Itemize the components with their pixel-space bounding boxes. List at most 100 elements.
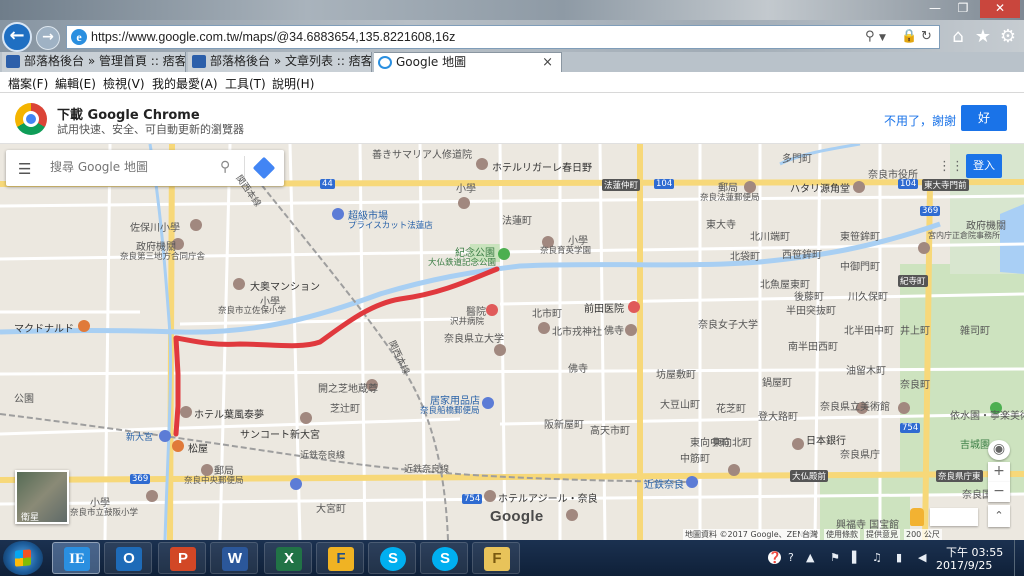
url-text[interactable]: https://www.google.com.tw/maps/@34.68836… [91, 30, 455, 44]
question-tray-icon[interactable]: ? [788, 551, 794, 564]
road-shield: 754 [462, 494, 483, 504]
tab-close-icon[interactable]: × [542, 53, 553, 72]
tab-google-maps[interactable]: Google 地圖 × [374, 52, 562, 72]
maximize-button[interactable]: ❐ [950, 0, 976, 18]
school-poi-icon[interactable] [494, 344, 506, 356]
close-window-button[interactable]: ✕ [980, 0, 1020, 18]
map-label: 中御門町 [840, 262, 880, 273]
menu-view[interactable]: 檢視(V) [103, 75, 145, 92]
taskbar-app-word[interactable]: W [210, 542, 258, 574]
museum-poi-icon[interactable] [898, 402, 910, 414]
chevron-up-icon[interactable]: ⌃ [988, 505, 1010, 527]
park-poi-icon[interactable] [498, 248, 510, 260]
scale-label[interactable]: 200 公尺 [904, 529, 942, 540]
help-tray-icon[interactable]: ❓ [768, 551, 782, 564]
promo-accept-button[interactable]: 好 [961, 105, 1007, 131]
building-poi-icon[interactable] [300, 412, 312, 424]
restaurant-poi-icon[interactable] [172, 440, 184, 452]
network-icon[interactable]: ▌ [852, 551, 860, 564]
taskbar-app-ie[interactable]: IE [52, 542, 100, 574]
battery-icon[interactable]: ▮ [896, 551, 902, 564]
minimize-button[interactable]: — [922, 0, 948, 18]
zoom-out-button[interactable]: − [988, 482, 1010, 502]
school-poi-icon[interactable] [146, 490, 158, 502]
attribution-terms[interactable]: 使用條款 [824, 529, 860, 540]
hotel-poi-icon[interactable] [484, 490, 496, 502]
post-office-poi-icon[interactable] [728, 464, 740, 476]
map-label: 奈良第三地方合同庁舎 [120, 252, 206, 262]
school-poi-icon[interactable] [458, 197, 470, 209]
satellite-toggle[interactable]: 衛星 [15, 470, 69, 524]
taskbar-app-explorer[interactable]: F [472, 542, 520, 574]
hotel-poi-icon[interactable] [180, 406, 192, 418]
menu-hamburger-icon[interactable]: ☰ [18, 160, 31, 178]
map-label: ハタリ源角堂 [790, 184, 850, 195]
show-hidden-icons-icon[interactable]: ▲ [806, 551, 814, 564]
address-bar[interactable]: e https://www.google.com.tw/maps/@34.688… [66, 25, 940, 49]
tab-blog-articles[interactable]: 部落格後台 » 文章列表 :: 痞客... [188, 52, 372, 72]
search-icon[interactable]: ⚲ [865, 29, 875, 44]
start-button[interactable] [3, 541, 43, 575]
show-desktop-button[interactable] [1014, 540, 1024, 576]
restaurant-poi-icon[interactable] [78, 320, 90, 332]
directions-icon[interactable] [252, 156, 276, 180]
map-label: 奈良法蓮郵便局 [700, 193, 760, 203]
menu-help[interactable]: 說明(H) [272, 75, 314, 92]
store-poi-icon[interactable] [482, 397, 494, 409]
shopping-poi-icon[interactable] [332, 208, 344, 220]
bank-poi-icon[interactable] [792, 438, 804, 450]
media-icon[interactable]: ♫ [872, 551, 882, 564]
station-poi-icon[interactable] [159, 430, 171, 442]
clock-time[interactable]: 下午 03:55 [946, 544, 1003, 560]
search-icon[interactable]: ⚲ [220, 159, 230, 175]
zoom-in-button[interactable]: + [988, 462, 1010, 482]
temple-poi-icon[interactable] [625, 324, 637, 336]
forward-button[interactable]: → [36, 26, 60, 50]
shop-poi-icon[interactable] [853, 181, 865, 193]
attribution-region[interactable]: 台灣 [800, 529, 820, 540]
taskbar-app-skype-business[interactable]: S [420, 542, 468, 574]
hospital-poi-icon[interactable] [628, 301, 640, 313]
school-poi-icon[interactable] [190, 219, 202, 231]
station-poi-icon[interactable] [686, 476, 698, 488]
map-label: 鍋屋町 [762, 378, 792, 389]
map-label: 奈良町 [900, 380, 930, 391]
map-search-input[interactable] [50, 160, 210, 174]
refresh-icon[interactable]: ↻ [921, 29, 932, 44]
favorites-star-icon[interactable]: ★ [973, 27, 993, 47]
menu-tools[interactable]: 工具(T) [225, 75, 266, 92]
back-button[interactable]: ← [2, 22, 32, 52]
clock-date[interactable]: 2017/9/25 [936, 559, 992, 572]
hotel-poi-icon[interactable] [476, 158, 488, 170]
signin-button[interactable]: 登入 [966, 154, 1002, 178]
settings-gear-icon[interactable]: ⚙ [998, 27, 1018, 47]
attribution-feedback[interactable]: 提供意見 [864, 529, 900, 540]
lock-icon[interactable]: 🔒 [901, 29, 917, 44]
road-shield: 東大寺門前 [922, 179, 969, 191]
map-canvas[interactable]: ☰ ⚲ ⋮⋮⋮ 登入 善きサマリア人修道院 ホテルリガーレ春日野 多門町 奈良市… [0, 144, 1024, 540]
hotel-poi-icon[interactable] [566, 509, 578, 521]
pegman-icon[interactable] [910, 508, 924, 526]
taskbar-app-writer[interactable]: F [316, 542, 364, 574]
building-poi-icon[interactable] [233, 278, 245, 290]
taskbar-app-powerpoint[interactable]: P [158, 542, 206, 574]
promo-dismiss-link[interactable]: 不用了，謝謝 [884, 112, 956, 129]
taskbar-app-excel[interactable]: X [264, 542, 312, 574]
hospital-poi-icon[interactable] [486, 304, 498, 316]
station-poi-icon[interactable] [290, 478, 302, 490]
action-center-flag-icon[interactable]: ⚑ [830, 551, 840, 564]
imagery-thumbnails[interactable] [930, 508, 978, 526]
my-location-button[interactable]: ◉ [988, 440, 1010, 460]
government-poi-icon[interactable] [918, 242, 930, 254]
dropdown-icon[interactable]: ▼ [879, 33, 886, 43]
shrine-poi-icon[interactable] [538, 322, 550, 334]
tab-blog-dashboard[interactable]: 部落格後台 » 管理首頁 :: 痞客... [2, 52, 186, 72]
menu-favorites[interactable]: 我的最愛(A) [152, 75, 218, 92]
home-icon[interactable]: ⌂ [948, 27, 968, 47]
taskbar-app-skype[interactable]: S [368, 542, 416, 574]
menu-file[interactable]: 檔案(F) [8, 75, 48, 92]
menu-edit[interactable]: 編輯(E) [55, 75, 96, 92]
taskbar-app-outlook[interactable]: O [104, 542, 152, 574]
volume-icon[interactable]: ◀ [918, 551, 926, 564]
map-label: 大仏鉄道記念公園 [428, 258, 497, 268]
